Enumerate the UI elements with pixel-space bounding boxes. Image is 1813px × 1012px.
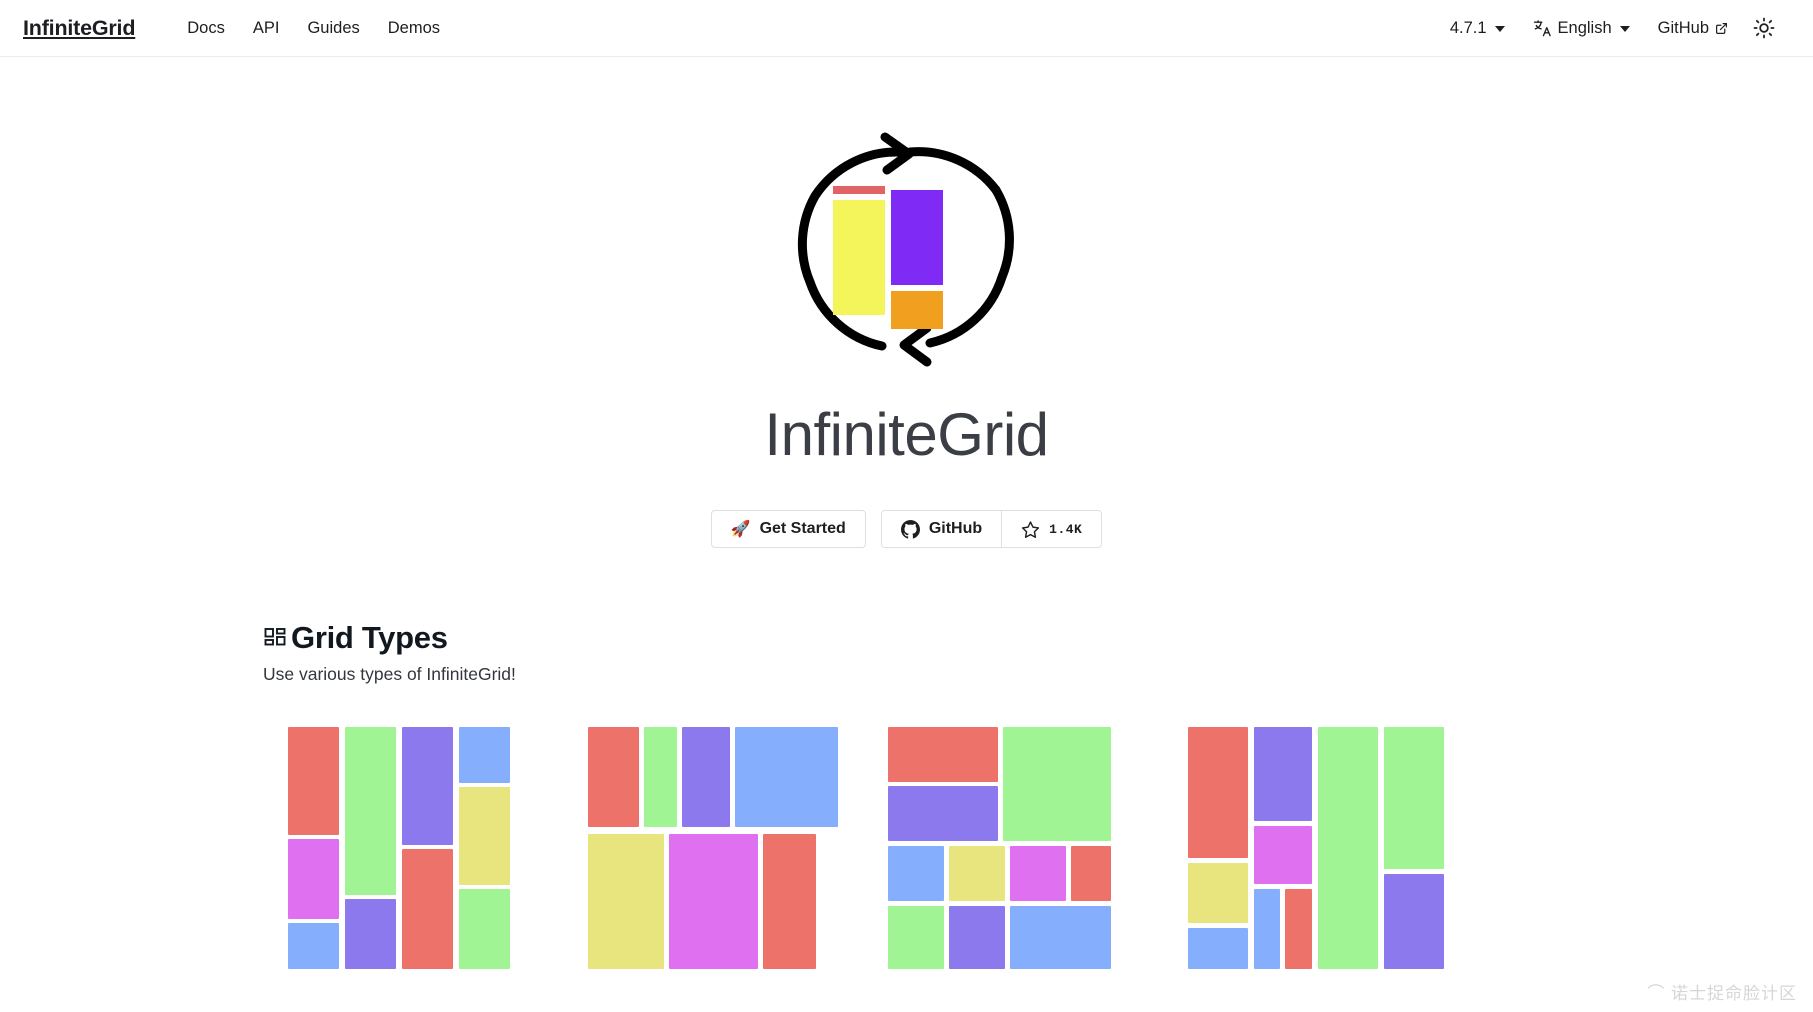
logo-cell-1: [832, 200, 885, 315]
grid-cell: [1254, 727, 1312, 821]
navbar-left: InfiniteGrid Docs API Guides Demos: [23, 16, 454, 41]
grid-cell: [1188, 727, 1248, 858]
github-nav-label: GitHub: [1657, 18, 1709, 37]
github-icon: [900, 519, 920, 539]
grid-cell: [682, 727, 730, 827]
get-started-label: Get Started: [759, 520, 846, 537]
version-label: 4.7.1: [1449, 18, 1487, 37]
grid-cell: [459, 727, 510, 783]
grid-cell: [288, 839, 339, 919]
grid-icon: [263, 626, 287, 650]
nav-link-guides[interactable]: Guides: [293, 19, 373, 38]
grid-cell: [888, 846, 944, 901]
chevron-down-icon: [1494, 26, 1505, 32]
grid-cell: [1071, 846, 1111, 901]
github-star-button-group: GitHub 1.4K: [880, 510, 1103, 548]
grid-cell: [588, 834, 664, 969]
github-star-count-button[interactable]: 1.4K: [1001, 511, 1102, 547]
grid-cell: [345, 899, 396, 969]
navbar-right: 4.7.1 English GitHub: [1436, 12, 1790, 44]
grid-cell: [949, 846, 1005, 901]
grid-cell: [888, 906, 944, 969]
logo-cell-3: [890, 291, 943, 329]
rocket-icon: 🚀: [730, 521, 751, 538]
watermark: ⌒ 诺士捉命脸计区: [1647, 984, 1797, 1003]
primary-nav: Docs API Guides Demos: [173, 19, 454, 38]
section-subtitle: Use various types of InfiniteGrid!: [263, 664, 516, 684]
grid-cell: [1003, 727, 1111, 841]
grid-cell: [735, 727, 838, 827]
grid-cell: [1188, 863, 1248, 923]
hero-section: InfiniteGrid 🚀 Get Started GitHub 1.4K: [0, 57, 1813, 548]
demo-masonry-grid[interactable]: [288, 727, 548, 969]
grid-cell: [1254, 889, 1280, 969]
github-nav-link[interactable]: GitHub: [1644, 19, 1742, 38]
demo-packing-grid[interactable]: [1188, 727, 1448, 969]
brand-logo-link[interactable]: InfiniteGrid: [23, 16, 135, 41]
grid-cell: [644, 727, 677, 827]
grid-cell: [288, 923, 339, 969]
grid-cell: [402, 849, 453, 969]
grid-cell: [1188, 928, 1248, 969]
infinitegrid-circular-arrow-logo: [797, 132, 1014, 367]
grid-types-section: Grid Types Use various types of Infinite…: [0, 620, 1813, 969]
grid-cell: [888, 786, 998, 841]
sun-icon: [1753, 17, 1775, 39]
infinitegrid-logo: [787, 132, 1027, 394]
version-dropdown[interactable]: 4.7.1: [1436, 19, 1519, 38]
nav-link-docs[interactable]: Docs: [173, 19, 239, 38]
star-icon: [1021, 520, 1040, 539]
grid-cell: [588, 727, 639, 827]
star-count-label: 1.4K: [1049, 521, 1083, 537]
grid-cell: [1010, 846, 1066, 901]
chevron-down-icon: [1619, 26, 1630, 32]
grid-cell: [402, 727, 453, 845]
demo-justified-grid[interactable]: [588, 727, 848, 969]
nav-link-api[interactable]: API: [239, 19, 294, 38]
grid-cell: [1254, 826, 1312, 884]
grid-demo-row: [263, 727, 1813, 969]
section-title-text: Grid Types: [291, 620, 448, 655]
external-link-icon: [1715, 22, 1728, 35]
translate-icon: [1533, 19, 1552, 38]
grid-cell: [1010, 906, 1111, 969]
grid-cell: [669, 834, 758, 969]
github-button-label: GitHub: [928, 520, 983, 537]
grid-cell: [1285, 889, 1312, 969]
grid-cell: [459, 787, 510, 885]
grid-cell: [288, 727, 339, 835]
page-title: InfiniteGrid: [764, 401, 1049, 468]
hero-button-row: 🚀 Get Started GitHub 1.4K: [710, 510, 1103, 548]
language-label: English: [1557, 18, 1612, 37]
grid-cell: [1318, 727, 1378, 969]
nav-link-demos[interactable]: Demos: [374, 19, 454, 38]
grid-cell: [949, 906, 1005, 969]
navbar: InfiniteGrid Docs API Guides Demos 4.7.1: [0, 0, 1813, 57]
grid-cell: [763, 834, 816, 969]
logo-color-cells: [832, 186, 943, 329]
section-heading: Grid Types: [263, 620, 1813, 656]
language-dropdown[interactable]: English: [1519, 19, 1644, 38]
logo-cell-0: [832, 186, 885, 194]
github-button[interactable]: GitHub: [881, 511, 1002, 547]
grid-cell: [1384, 727, 1444, 869]
theme-toggle-button[interactable]: [1748, 12, 1780, 44]
grid-cell: [888, 727, 998, 782]
get-started-button[interactable]: 🚀 Get Started: [710, 510, 866, 548]
grid-cell: [1384, 874, 1444, 969]
logo-cell-2: [890, 190, 943, 285]
grid-cell: [345, 727, 396, 895]
demo-frame-grid[interactable]: [888, 727, 1148, 969]
grid-cell: [459, 889, 510, 969]
